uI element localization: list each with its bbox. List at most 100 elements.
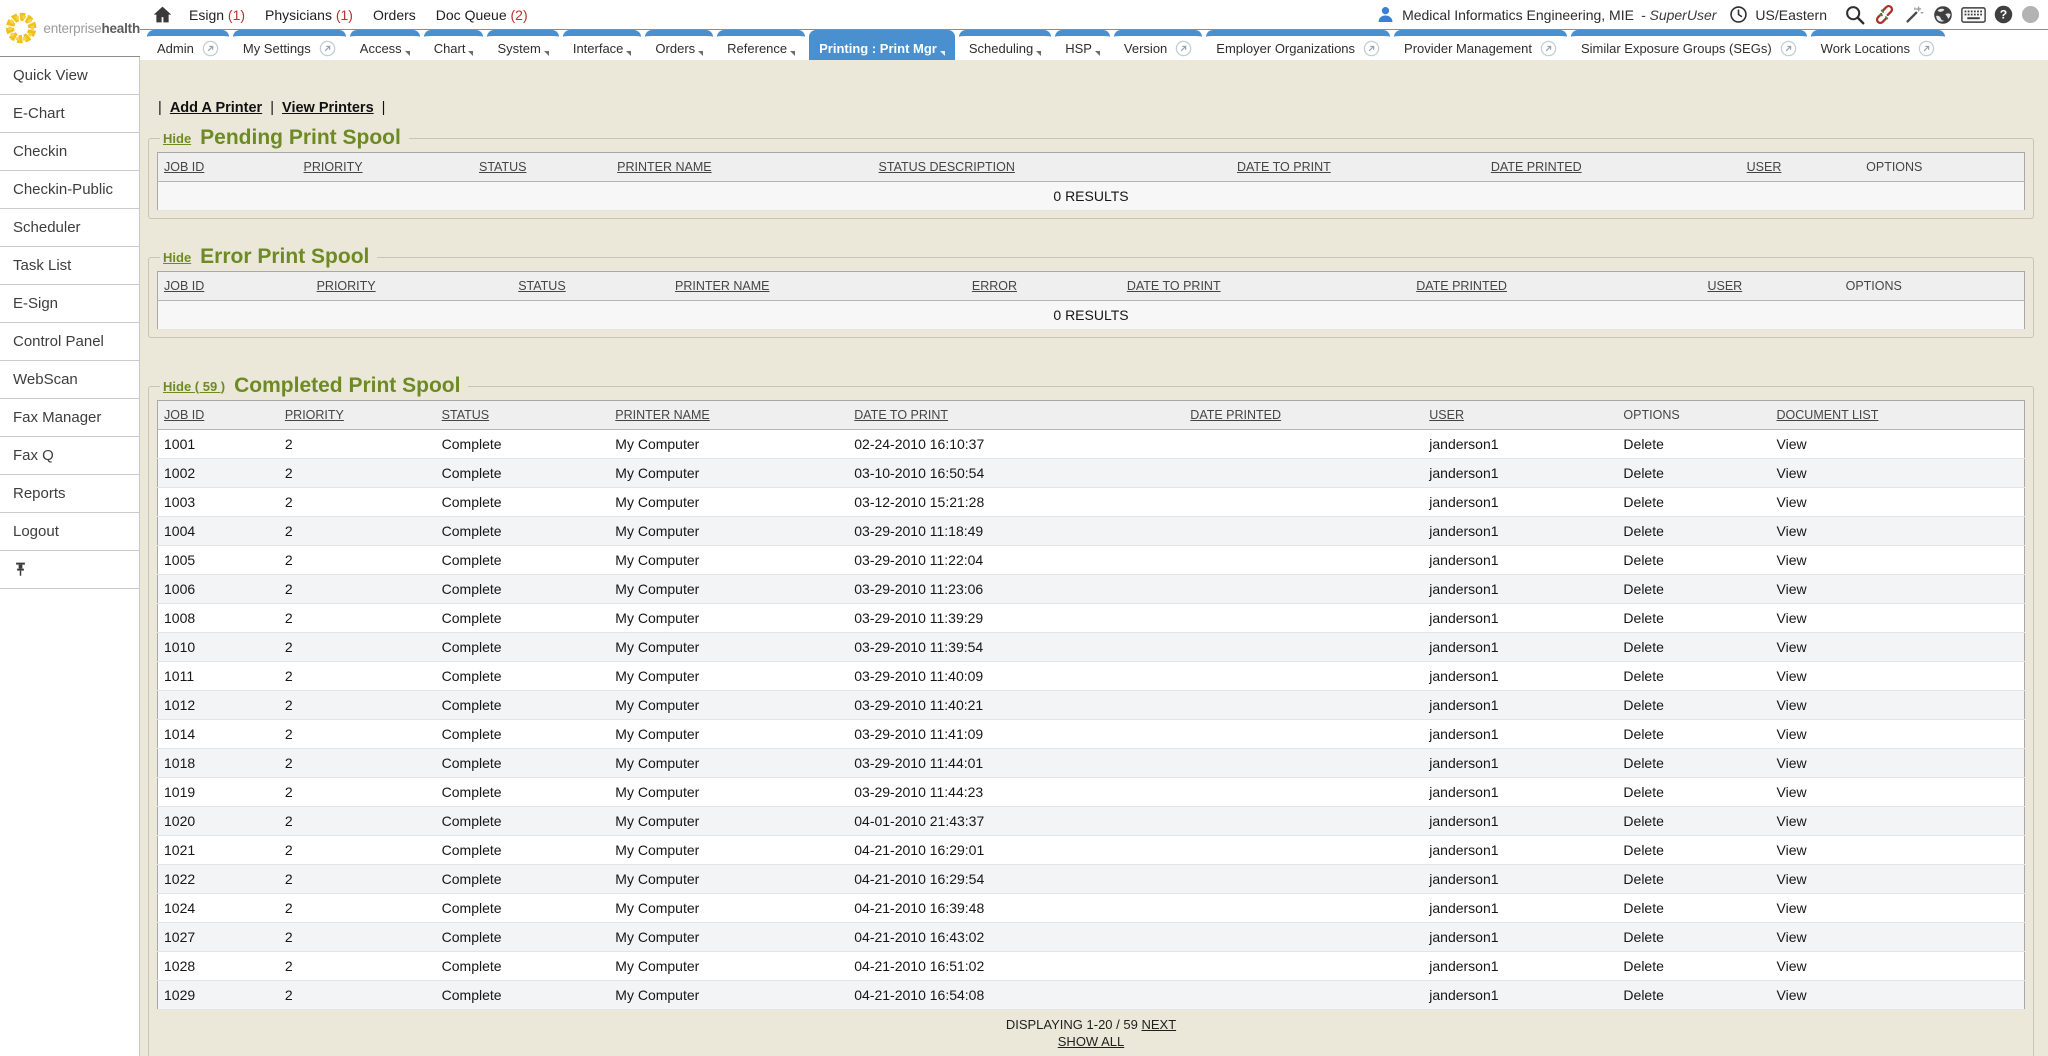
delete-link[interactable]: Delete: [1617, 633, 1770, 662]
next-page-link[interactable]: NEXT: [1141, 1017, 1176, 1032]
tab-reference[interactable]: Reference: [717, 30, 805, 60]
column-header-priority[interactable]: PRIORITY: [317, 279, 376, 293]
delete-link[interactable]: Delete: [1617, 894, 1770, 923]
sidebar-item-reports[interactable]: Reports: [0, 475, 139, 513]
view-document-link[interactable]: View: [1771, 459, 2025, 488]
column-header-date-to-print[interactable]: DATE TO PRINT: [1127, 279, 1221, 293]
view-document-link[interactable]: View: [1771, 575, 2025, 604]
column-header-job-id[interactable]: JOB ID: [164, 160, 204, 174]
view-document-link[interactable]: View: [1771, 633, 2025, 662]
tab-interface[interactable]: Interface: [563, 30, 642, 60]
tab-admin[interactable]: Admin: [147, 30, 229, 60]
tab-provider-management[interactable]: Provider Management: [1394, 30, 1567, 60]
view-document-link[interactable]: View: [1771, 604, 2025, 633]
column-header-status[interactable]: STATUS: [442, 408, 489, 422]
view-document-link[interactable]: View: [1771, 488, 2025, 517]
view-document-link[interactable]: View: [1771, 836, 2025, 865]
nav-physicians[interactable]: Physicians (1): [265, 7, 353, 23]
tab-printing-print-mgr[interactable]: Printing : Print Mgr: [809, 30, 955, 60]
tab-access[interactable]: Access: [350, 30, 420, 60]
sidebar-item-e-sign[interactable]: E-Sign: [0, 285, 139, 323]
delete-link[interactable]: Delete: [1617, 430, 1770, 459]
column-header-date-to-print[interactable]: DATE TO PRINT: [854, 408, 948, 422]
sidebar-item-webscan[interactable]: WebScan: [0, 361, 139, 399]
sidebar-item-control-panel[interactable]: Control Panel: [0, 323, 139, 361]
view-printers-link[interactable]: View Printers: [282, 100, 374, 116]
column-header-status[interactable]: STATUS: [479, 160, 526, 174]
delete-link[interactable]: Delete: [1617, 778, 1770, 807]
column-header-error[interactable]: ERROR: [972, 279, 1017, 293]
keyboard-icon[interactable]: [1961, 6, 1986, 24]
column-header-user[interactable]: USER: [1747, 160, 1782, 174]
sidebar-item-e-chart[interactable]: E-Chart: [0, 95, 139, 133]
delete-link[interactable]: Delete: [1617, 952, 1770, 981]
sidebar-item-task-list[interactable]: Task List: [0, 247, 139, 285]
sidebar-item-checkin-public[interactable]: Checkin-Public: [0, 171, 139, 209]
delete-link[interactable]: Delete: [1617, 604, 1770, 633]
delete-link[interactable]: Delete: [1617, 865, 1770, 894]
column-header-job-id[interactable]: JOB ID: [164, 279, 204, 293]
view-document-link[interactable]: View: [1771, 923, 2025, 952]
column-header-date-printed[interactable]: DATE PRINTED: [1416, 279, 1507, 293]
view-document-link[interactable]: View: [1771, 894, 2025, 923]
tab-orders[interactable]: Orders: [645, 30, 713, 60]
delete-link[interactable]: Delete: [1617, 488, 1770, 517]
sidebar-pin-toggle[interactable]: [0, 551, 139, 589]
delete-link[interactable]: Delete: [1617, 691, 1770, 720]
wand-icon[interactable]: [1903, 4, 1925, 26]
error-hide-link[interactable]: Hide: [163, 250, 191, 265]
nav-doc-queue[interactable]: Doc Queue (2): [436, 7, 528, 23]
pending-hide-link[interactable]: Hide: [163, 131, 191, 146]
column-header-priority[interactable]: PRIORITY: [304, 160, 363, 174]
tab-hsp[interactable]: HSP: [1055, 30, 1110, 60]
view-document-link[interactable]: View: [1771, 778, 2025, 807]
column-header-printer-name[interactable]: PRINTER NAME: [617, 160, 711, 174]
search-icon[interactable]: [1844, 4, 1866, 26]
column-header-user[interactable]: USER: [1429, 408, 1464, 422]
tab-system[interactable]: System: [487, 30, 558, 60]
delete-link[interactable]: Delete: [1617, 807, 1770, 836]
nav-orders[interactable]: Orders: [373, 7, 416, 23]
view-document-link[interactable]: View: [1771, 981, 2025, 1010]
tab-my-settings[interactable]: My Settings: [233, 30, 346, 60]
delete-link[interactable]: Delete: [1617, 981, 1770, 1010]
sidebar-item-quick-view[interactable]: Quick View: [0, 57, 139, 95]
show-all-link[interactable]: SHOW ALL: [1058, 1034, 1124, 1049]
view-document-link[interactable]: View: [1771, 749, 2025, 778]
tab-work-locations[interactable]: Work Locations: [1811, 30, 1945, 60]
view-document-link[interactable]: View: [1771, 546, 2025, 575]
column-header-document-list[interactable]: DOCUMENT LIST: [1777, 408, 1879, 422]
sidebar-item-checkin[interactable]: Checkin: [0, 133, 139, 171]
add-a-printer-link[interactable]: Add A Printer: [170, 100, 262, 116]
column-header-date-printed[interactable]: DATE PRINTED: [1190, 408, 1281, 422]
delete-link[interactable]: Delete: [1617, 459, 1770, 488]
delete-link[interactable]: Delete: [1617, 923, 1770, 952]
delete-link[interactable]: Delete: [1617, 546, 1770, 575]
tab-employer-organizations[interactable]: Employer Organizations: [1206, 30, 1390, 60]
sidebar-item-fax-q[interactable]: Fax Q: [0, 437, 139, 475]
view-document-link[interactable]: View: [1771, 662, 2025, 691]
globe-icon[interactable]: [1932, 4, 1954, 26]
sidebar-item-scheduler[interactable]: Scheduler: [0, 209, 139, 247]
column-header-date-to-print[interactable]: DATE TO PRINT: [1237, 160, 1331, 174]
timezone-label[interactable]: US/Eastern: [1755, 7, 1827, 23]
view-document-link[interactable]: View: [1771, 430, 2025, 459]
column-header-printer-name[interactable]: PRINTER NAME: [615, 408, 709, 422]
sidebar-item-fax-manager[interactable]: Fax Manager: [0, 399, 139, 437]
delete-link[interactable]: Delete: [1617, 662, 1770, 691]
delete-link[interactable]: Delete: [1617, 720, 1770, 749]
column-header-status-description[interactable]: STATUS DESCRIPTION: [879, 160, 1015, 174]
nav-esign[interactable]: Esign (1): [189, 7, 245, 23]
tab-chart[interactable]: Chart: [424, 30, 484, 60]
view-document-link[interactable]: View: [1771, 720, 2025, 749]
view-document-link[interactable]: View: [1771, 807, 2025, 836]
column-header-date-printed[interactable]: DATE PRINTED: [1491, 160, 1582, 174]
delete-link[interactable]: Delete: [1617, 836, 1770, 865]
view-document-link[interactable]: View: [1771, 691, 2025, 720]
home-icon[interactable]: [152, 4, 173, 25]
tab-similar-exposure-groups-segs[interactable]: Similar Exposure Groups (SEGs): [1571, 30, 1807, 60]
tab-scheduling[interactable]: Scheduling: [959, 30, 1051, 60]
column-header-job-id[interactable]: JOB ID: [164, 408, 204, 422]
delete-link[interactable]: Delete: [1617, 575, 1770, 604]
view-document-link[interactable]: View: [1771, 952, 2025, 981]
